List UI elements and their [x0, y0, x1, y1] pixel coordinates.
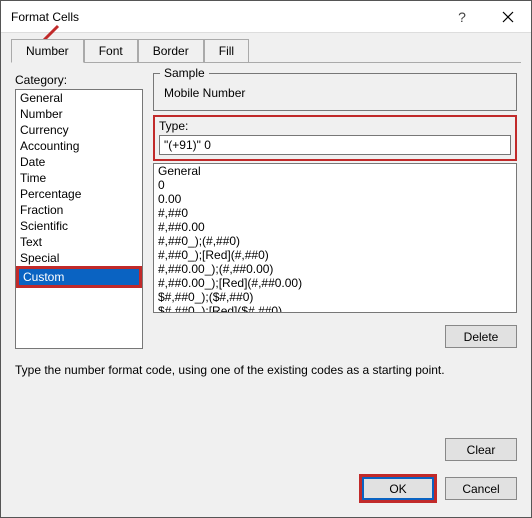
category-item-date[interactable]: Date [16, 154, 142, 170]
hint-text: Type the number format code, using one o… [15, 363, 517, 377]
sample-value: Mobile Number [162, 82, 508, 100]
format-item[interactable]: General [154, 164, 516, 178]
category-item-number[interactable]: Number [16, 106, 142, 122]
tab-content: Category: GeneralNumberCurrencyAccountin… [1, 63, 531, 517]
format-item[interactable]: 0.00 [154, 192, 516, 206]
format-cells-dialog: Format Cells ? Number Font Border Fill C… [0, 0, 532, 518]
ok-button[interactable]: OK [362, 477, 434, 500]
category-item-special[interactable]: Special [16, 250, 142, 266]
tab-strip: Number Font Border Fill [1, 33, 531, 62]
titlebar: Format Cells ? [1, 1, 531, 33]
type-input[interactable] [159, 135, 511, 155]
format-item[interactable]: #,##0.00_);(#,##0.00) [154, 262, 516, 276]
tab-fill[interactable]: Fill [204, 39, 249, 62]
format-item[interactable]: $#,##0_);($#,##0) [154, 290, 516, 304]
type-label: Type: [159, 119, 511, 133]
clear-button[interactable]: Clear [445, 438, 517, 461]
ok-highlight: OK [359, 474, 437, 503]
format-listbox[interactable]: General00.00#,##0#,##0.00#,##0_);(#,##0)… [153, 163, 517, 313]
type-group: Type: [153, 115, 517, 161]
category-item-scientific[interactable]: Scientific [16, 218, 142, 234]
format-item[interactable]: #,##0_);(#,##0) [154, 234, 516, 248]
category-item-accounting[interactable]: Accounting [16, 138, 142, 154]
question-icon: ? [458, 9, 466, 25]
sample-group: Sample Mobile Number [153, 73, 517, 111]
format-item[interactable]: #,##0.00_);[Red](#,##0.00) [154, 276, 516, 290]
sample-label: Sample [160, 66, 209, 80]
category-item-text[interactable]: Text [16, 234, 142, 250]
category-item-custom[interactable]: Custom [19, 269, 139, 285]
cancel-button[interactable]: Cancel [445, 477, 517, 500]
tab-font[interactable]: Font [84, 39, 138, 62]
category-label: Category: [15, 73, 143, 87]
category-item-general[interactable]: General [16, 90, 142, 106]
format-item[interactable]: $#,##0_);[Red]($#,##0) [154, 304, 516, 313]
tab-border[interactable]: Border [138, 39, 204, 62]
format-item[interactable]: #,##0.00 [154, 220, 516, 234]
tab-number[interactable]: Number [11, 39, 84, 63]
category-listbox[interactable]: GeneralNumberCurrencyAccountingDateTimeP… [15, 89, 143, 349]
dialog-title: Format Cells [11, 10, 79, 24]
category-item-currency[interactable]: Currency [16, 122, 142, 138]
format-item[interactable]: #,##0_);[Red](#,##0) [154, 248, 516, 262]
category-item-fraction[interactable]: Fraction [16, 202, 142, 218]
format-item[interactable]: #,##0 [154, 206, 516, 220]
close-icon [502, 11, 514, 23]
format-item[interactable]: 0 [154, 178, 516, 192]
category-item-percentage[interactable]: Percentage [16, 186, 142, 202]
delete-button[interactable]: Delete [445, 325, 517, 348]
close-button[interactable] [485, 1, 531, 32]
category-item-time[interactable]: Time [16, 170, 142, 186]
help-button[interactable]: ? [439, 1, 485, 32]
